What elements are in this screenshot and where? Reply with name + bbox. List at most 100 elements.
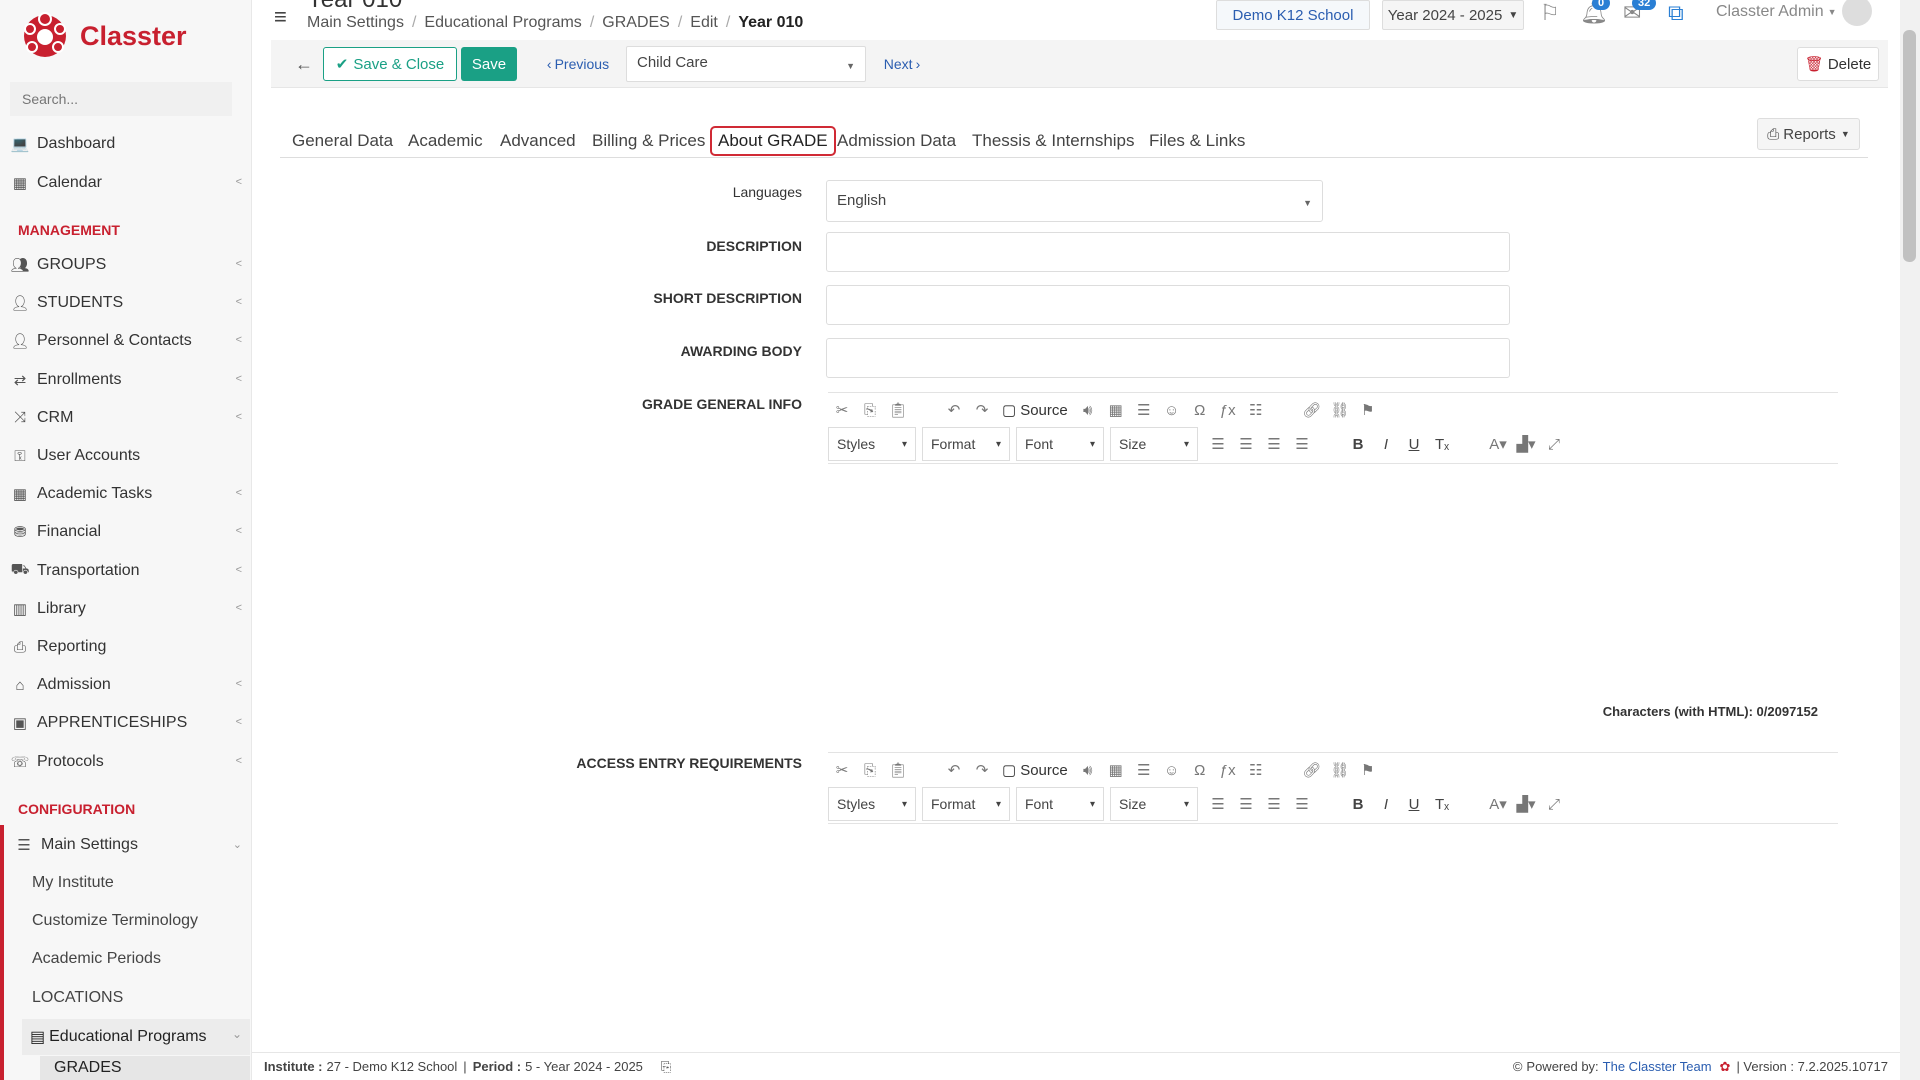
bold-icon[interactable]: B <box>1344 436 1372 453</box>
access-entry-requirements-editor[interactable]: ✂ ⎘ 📋︎ ↶ ↷ ▢ Source 🔊︎ ▦ ☰ ☺ Ωƒx ☷ 🔗︎ ⛓ ⚑ Styles ▾ Form… <box>828 752 1838 1024</box>
unlink-icon[interactable]: ⛓ <box>1326 761 1354 779</box>
logo[interactable]: Classter <box>22 10 187 62</box>
styles-dropdown[interactable]: Styles ▾ <box>828 427 916 461</box>
horizontal-line-icon[interactable]: ☰ <box>1130 761 1158 779</box>
paste-icon[interactable]: 📋︎ <box>884 761 912 779</box>
justify-icon[interactable]: ☰ <box>1288 435 1316 453</box>
sidebar-item-user-accounts[interactable]: ⚿ User Accounts <box>0 437 252 475</box>
sidebar-item-students[interactable]: 👤︎ STUDENTS < <box>0 284 252 322</box>
omega-icon[interactable]: Ω <box>1186 402 1214 419</box>
grade-general-info-editor[interactable]: ✂ ⎘ 📋︎ ↶ ↷ ▢ Source 🔊︎ ▦ ☰ ☺ Ωƒx ☷ 🔗︎ ⛓ ⚑ Styles ▾ Form… <box>828 392 1838 719</box>
size-dropdown[interactable]: Size ▾ <box>1110 787 1198 821</box>
breadcrumb-educational-programs[interactable]: Educational Programs <box>424 14 581 32</box>
sidebar-item-financial[interactable]: ⛃ Financial < <box>0 513 252 551</box>
sidebar-item-transportation[interactable]: ⛟ Transportation < <box>0 552 252 590</box>
size-dropdown[interactable]: Size ▾ <box>1110 427 1198 461</box>
sidebar-item-reporting[interactable]: ⎙ Reporting <box>0 628 252 666</box>
sidebar-item-library[interactable]: ▥ Library < <box>0 590 252 628</box>
sidebar-item-locations[interactable]: LOCATIONS <box>32 980 123 1016</box>
sidebar-item-admission[interactable]: ⌂ Admission < <box>0 666 252 704</box>
sidebar-item-customize-terminology[interactable]: Customize Terminology <box>32 903 198 939</box>
omega-icon[interactable]: Ω <box>1186 762 1214 779</box>
sidebar-item-my-institute[interactable]: My Institute <box>32 865 114 901</box>
tab-admission-data[interactable]: Admission Data <box>831 126 962 156</box>
flag-icon[interactable]: ⚑ <box>1354 401 1382 419</box>
save-close-button[interactable]: ✔ Save & Close <box>323 47 457 81</box>
copy-icon[interactable]: ⎘ <box>856 402 884 419</box>
redo-icon[interactable]: ↷ <box>968 761 996 779</box>
tab-thessis-internships[interactable]: Thessis & Internships <box>966 126 1141 156</box>
source-button[interactable]: ▢ Source <box>1002 761 1068 780</box>
editor-content-area[interactable] <box>828 464 1838 704</box>
layers-icon[interactable]: ⧉ <box>1668 0 1684 26</box>
languages-select[interactable]: English ▼ <box>826 180 1323 222</box>
previous-button[interactable]: ‹ Previous <box>542 47 614 81</box>
undo-icon[interactable]: ↶ <box>940 401 968 419</box>
align-right-icon[interactable]: ☰ <box>1260 435 1288 453</box>
copy-icon[interactable]: ⎘ <box>661 1059 671 1075</box>
align-left-icon[interactable]: ☰ <box>1204 435 1232 453</box>
breadcrumb-edit[interactable]: Edit <box>690 14 718 32</box>
school-selector-button[interactable]: Demo K12 School <box>1216 0 1370 30</box>
smiley-icon[interactable]: ☺ <box>1158 402 1186 419</box>
bold-icon[interactable]: B <box>1344 796 1372 813</box>
underline-icon[interactable]: U <box>1400 796 1428 813</box>
italic-icon[interactable]: I <box>1372 796 1400 813</box>
year-selector-button[interactable]: Year 2024 - 2025 ▼ <box>1382 0 1524 30</box>
back-arrow-icon[interactable]: ← <box>289 47 319 81</box>
sidebar-item-educational-programs[interactable]: ▤ Educational Programs ⌄ <box>22 1019 250 1055</box>
speaker-icon[interactable]: 🔊︎ <box>1074 762 1102 779</box>
remove-format-icon[interactable]: Tₓ <box>1428 796 1456 813</box>
justify-icon[interactable]: ☰ <box>1288 795 1316 813</box>
table-icon[interactable]: ▦ <box>1102 401 1130 419</box>
paste-icon[interactable]: 📋︎ <box>884 401 912 419</box>
breadcrumb-grades[interactable]: GRADES <box>602 14 670 32</box>
align-left-icon[interactable]: ☰ <box>1204 795 1232 813</box>
format-dropdown[interactable]: Format ▾ <box>922 427 1010 461</box>
scrollbar-thumb[interactable] <box>1903 30 1916 262</box>
sidebar-item-dashboard[interactable]: 💻 Dashboard <box>0 125 252 163</box>
unlink-icon[interactable]: ⛓ <box>1326 401 1354 419</box>
table-icon[interactable]: ▦ <box>1102 761 1130 779</box>
description-input[interactable] <box>826 232 1510 272</box>
fx-icon[interactable]: ƒx <box>1214 762 1242 779</box>
cut-icon[interactable]: ✂ <box>828 401 856 419</box>
font-dropdown[interactable]: Font ▾ <box>1016 427 1104 461</box>
sidebar-item-apprenticeships[interactable]: ▣ APPRENTICESHIPS < <box>0 704 252 742</box>
link-icon[interactable]: 🔗︎ <box>1298 401 1326 419</box>
sidebar-item-personnel-contacts[interactable]: 👤︎ Personnel & Contacts < <box>0 322 252 360</box>
speaker-icon[interactable]: 🔊︎ <box>1074 402 1102 419</box>
tab-academic[interactable]: Academic <box>402 126 489 156</box>
sidebar-item-calendar[interactable]: ▦ Calendar < <box>0 164 252 202</box>
avatar[interactable] <box>1842 0 1872 26</box>
bg-color-icon[interactable]: ▟▾ <box>1512 435 1540 453</box>
link-icon[interactable]: 🔗︎ <box>1298 761 1326 779</box>
maximize-icon[interactable]: ⤢ <box>1540 436 1568 453</box>
sidebar-item-groups[interactable]: 👥︎ GROUPS < <box>0 246 252 284</box>
program-select[interactable]: Child Care ▼ <box>626 46 866 82</box>
sidebar-item-protocols[interactable]: ☏ Protocols < <box>0 743 252 781</box>
tab-about-grade[interactable]: About GRADE <box>710 126 836 156</box>
styles-dropdown[interactable]: Styles ▾ <box>828 787 916 821</box>
delete-button[interactable]: 🗑︎ Delete <box>1797 47 1879 81</box>
align-right-icon[interactable]: ☰ <box>1260 795 1288 813</box>
maximize-icon[interactable]: ⤢ <box>1540 796 1568 813</box>
list-icon[interactable]: ☷ <box>1242 761 1270 779</box>
cut-icon[interactable]: ✂ <box>828 761 856 779</box>
breadcrumb-main-settings[interactable]: Main Settings <box>307 14 404 32</box>
awarding-body-input[interactable] <box>826 338 1510 378</box>
redo-icon[interactable]: ↷ <box>968 401 996 419</box>
tab-files-links[interactable]: Files & Links <box>1143 126 1251 156</box>
save-button[interactable]: Save <box>461 47 517 81</box>
hamburger-menu-icon[interactable]: ≡ <box>274 4 287 30</box>
remove-format-icon[interactable]: Tₓ <box>1428 436 1456 453</box>
text-color-icon[interactable]: A▾ <box>1484 795 1512 813</box>
sidebar-item-grades[interactable]: GRADES <box>40 1056 250 1080</box>
sidebar-item-main-settings[interactable]: ☰ Main Settings ⌄ <box>0 826 252 864</box>
source-button[interactable]: ▢ Source <box>1002 401 1068 420</box>
reports-button[interactable]: ⎙ Reports ▼ <box>1757 118 1860 150</box>
format-dropdown[interactable]: Format ▾ <box>922 787 1010 821</box>
sidebar-item-academic-tasks[interactable]: ▦ Academic Tasks < <box>0 475 252 513</box>
smiley-icon[interactable]: ☺ <box>1158 762 1186 779</box>
text-color-icon[interactable]: A▾ <box>1484 435 1512 453</box>
